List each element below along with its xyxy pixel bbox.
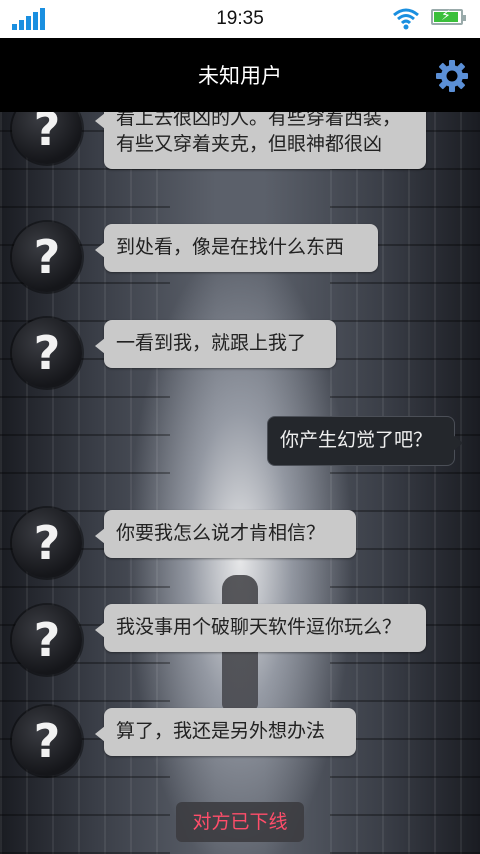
avatar[interactable]: ? — [12, 605, 82, 675]
message-bubble-incoming[interactable]: 算了，我还是另外想办法 — [95, 708, 356, 756]
wifi-icon — [393, 8, 419, 30]
avatar[interactable]: ? — [12, 318, 82, 388]
avatar-question-mark: ? — [33, 714, 61, 768]
status-bar: 19:35 ⚡ — [0, 0, 480, 38]
avatar[interactable]: ? — [12, 706, 82, 776]
avatar-question-mark: ? — [33, 112, 61, 156]
message-bubble-incoming[interactable]: 到处看，像是在找什么东西 — [95, 224, 378, 272]
avatar[interactable]: ? — [12, 508, 82, 578]
avatar-question-mark: ? — [33, 326, 61, 380]
chat-title: 未知用户 — [198, 64, 282, 88]
message-bubble-incoming[interactable]: 看上去很凶的人。有些穿着西装，有些又穿着夹克，但眼神都很凶 — [95, 112, 426, 169]
message-bubble-incoming[interactable]: 一看到我，就跟上我了 — [95, 320, 336, 368]
avatar[interactable]: ? — [12, 112, 82, 164]
battery-icon: ⚡ — [431, 8, 466, 25]
avatar[interactable]: ? — [12, 222, 82, 292]
chat-header: 未知用户 — [0, 38, 480, 112]
message-bubble-outgoing[interactable]: 你产生幻觉了吧？ — [267, 416, 463, 466]
chat-area[interactable]: ? 看上去很凶的人。有些穿着西装，有些又穿着夹克，但眼神都很凶 ? 到处看，像是… — [0, 112, 480, 854]
message-bubble-incoming[interactable]: 你要我怎么说才肯相信？ — [95, 510, 356, 558]
avatar-question-mark: ? — [33, 230, 61, 284]
message-bubble-incoming[interactable]: 我没事用个破聊天软件逗你玩么？ — [95, 604, 426, 652]
gear-icon[interactable] — [436, 60, 468, 92]
avatar-question-mark: ? — [33, 613, 61, 667]
offline-status-badge: 对方已下线 — [176, 802, 304, 842]
avatar-question-mark: ? — [33, 516, 61, 570]
